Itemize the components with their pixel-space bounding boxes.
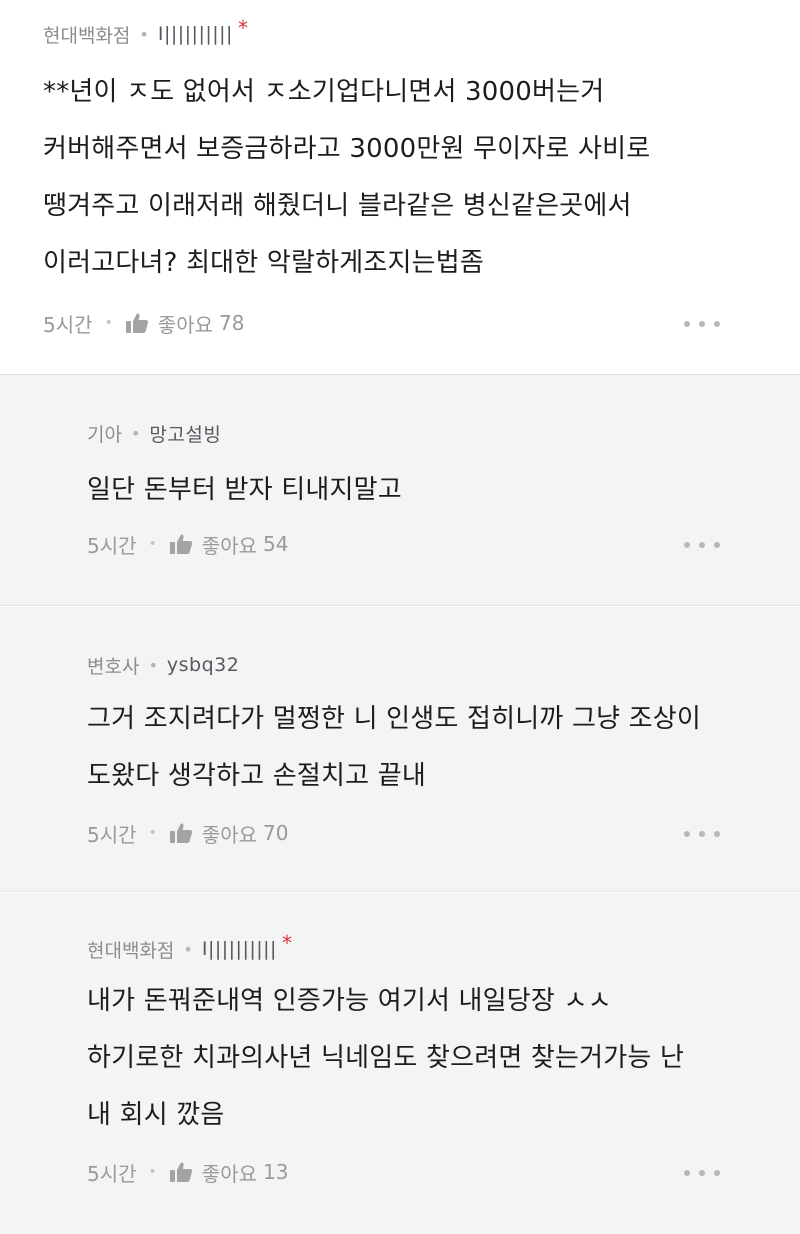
- separator-dot: •: [104, 315, 113, 331]
- nickname[interactable]: 망고설빙: [149, 420, 221, 447]
- separator-dot: •: [148, 655, 158, 675]
- comment-footer: 5시간 • 좋아요 54: [87, 528, 760, 560]
- comment-time: 5시간: [87, 1161, 137, 1186]
- like-button[interactable]: 좋아요 70: [169, 819, 289, 848]
- comment-line: 내 회시 깠음: [87, 1100, 225, 1130]
- comment-time: 5시간: [43, 312, 93, 337]
- separator-dot: •: [130, 423, 141, 443]
- like-button[interactable]: 좋아요 13: [169, 1158, 289, 1187]
- comment-body: 그거 조지려다가 멀쩡한 니 인생도 접히니까 그냥 조상이 도왔다 생각하고 …: [87, 694, 760, 801]
- separator-dot: •: [139, 24, 149, 44]
- more-dots-icon[interactable]: [684, 318, 720, 330]
- company-name[interactable]: 기아: [87, 420, 122, 447]
- separator-dot: •: [148, 536, 157, 552]
- comment-line: 도왔다 생각하고 손절치고 끝내: [87, 761, 426, 791]
- comment-line: 하기로한 치과의사년 닉네임도 찾으려면 찾는거가능 난: [87, 1043, 685, 1073]
- comment-footer: 5시간 • 좋아요 70: [87, 817, 760, 849]
- nickname[interactable]: Ⅰ||||||||||: [158, 23, 233, 45]
- comment-footer: 5시간 • 좋아요 78: [43, 307, 760, 339]
- separator-dot: •: [148, 1164, 157, 1180]
- like-count: 54: [263, 532, 289, 556]
- comment: 현대백화점 • Ⅰ|||||||||| * **년이 ㅈ도 없어서 ㅈ소기업다니…: [0, 0, 800, 374]
- verified-mark-icon: *: [237, 16, 248, 40]
- like-label: 좋아요: [157, 312, 213, 337]
- verified-mark-icon: *: [281, 931, 292, 955]
- like-label: 좋아요: [201, 533, 257, 558]
- separator-dot: •: [183, 939, 193, 959]
- comment-time: 5시간: [87, 822, 137, 847]
- thumbs-up-icon: [169, 534, 192, 554]
- company-name[interactable]: 현대백화점: [43, 21, 130, 48]
- comment-footer: 5시간 • 좋아요 13: [87, 1156, 760, 1188]
- more-dots-icon[interactable]: [684, 539, 720, 551]
- reply-comment: 현대백화점 • Ⅰ|||||||||| * 내가 돈꿔준내역 인증가능 여기서 …: [0, 893, 800, 1234]
- reply-comment: 변호사 • ysbq32 그거 조지려다가 멀쩡한 니 인생도 접히니까 그냥 …: [0, 607, 800, 892]
- like-count: 78: [219, 311, 245, 335]
- nickname[interactable]: Ⅰ||||||||||: [202, 938, 277, 960]
- comment-line: 커버해주면서 보증금하라고 3000만원 무이자로 사비로: [43, 134, 651, 164]
- comment-meta: 현대백화점 • Ⅰ|||||||||| *: [87, 931, 760, 964]
- like-count: 13: [263, 1160, 289, 1184]
- comment-time: 5시간: [87, 533, 137, 558]
- comment-body: 내가 돈꿔준내역 인증가능 여기서 내일당장 ㅅㅅ 하기로한 치과의사년 닉네임…: [87, 976, 760, 1140]
- like-button[interactable]: 좋아요 78: [125, 309, 245, 338]
- comment-line: 내가 돈꿔준내역 인증가능 여기서 내일당장 ㅅㅅ: [87, 986, 612, 1016]
- company-name[interactable]: 현대백화점: [87, 936, 174, 963]
- comment-meta: 기아 • 망고설빙: [87, 418, 760, 448]
- comment-meta: 변호사 • ysbq32: [87, 650, 760, 680]
- like-count: 70: [263, 821, 289, 845]
- company-name[interactable]: 변호사: [87, 652, 139, 679]
- comment-line: **년이 ㅈ도 없어서 ㅈ소기업다니면서 3000버는거: [43, 77, 605, 107]
- thumbs-up-icon: [125, 313, 148, 333]
- comment-body: 일단 돈부터 받자 티내지말고: [87, 465, 760, 515]
- thumbs-up-icon: [169, 823, 192, 843]
- like-label: 좋아요: [201, 1161, 257, 1186]
- more-dots-icon[interactable]: [684, 828, 720, 840]
- more-dots-icon[interactable]: [684, 1167, 720, 1179]
- reply-comment: 기아 • 망고설빙 일단 돈부터 받자 티내지말고 5시간 • 좋아요 54: [0, 375, 800, 606]
- comment-line: 땡겨주고 이래저래 해줬더니 블라같은 병신같은곳에서: [43, 191, 632, 221]
- nickname[interactable]: ysbq32: [167, 654, 239, 676]
- separator-dot: •: [148, 825, 157, 841]
- comment-meta: 현대백화점 • Ⅰ|||||||||| *: [43, 16, 760, 49]
- like-label: 좋아요: [201, 822, 257, 847]
- comment-line: 일단 돈부터 받자 티내지말고: [87, 475, 402, 505]
- comment-line: 이러고다녀? 최대한 악랄하게조지는법좀: [43, 248, 484, 278]
- comment-body: **년이 ㅈ도 없어서 ㅈ소기업다니면서 3000버는거 커버해주면서 보증금하…: [43, 67, 760, 288]
- thumbs-up-icon: [169, 1162, 192, 1182]
- like-button[interactable]: 좋아요 54: [169, 530, 289, 559]
- comment-line: 그거 조지려다가 멀쩡한 니 인생도 접히니까 그냥 조상이: [87, 704, 702, 734]
